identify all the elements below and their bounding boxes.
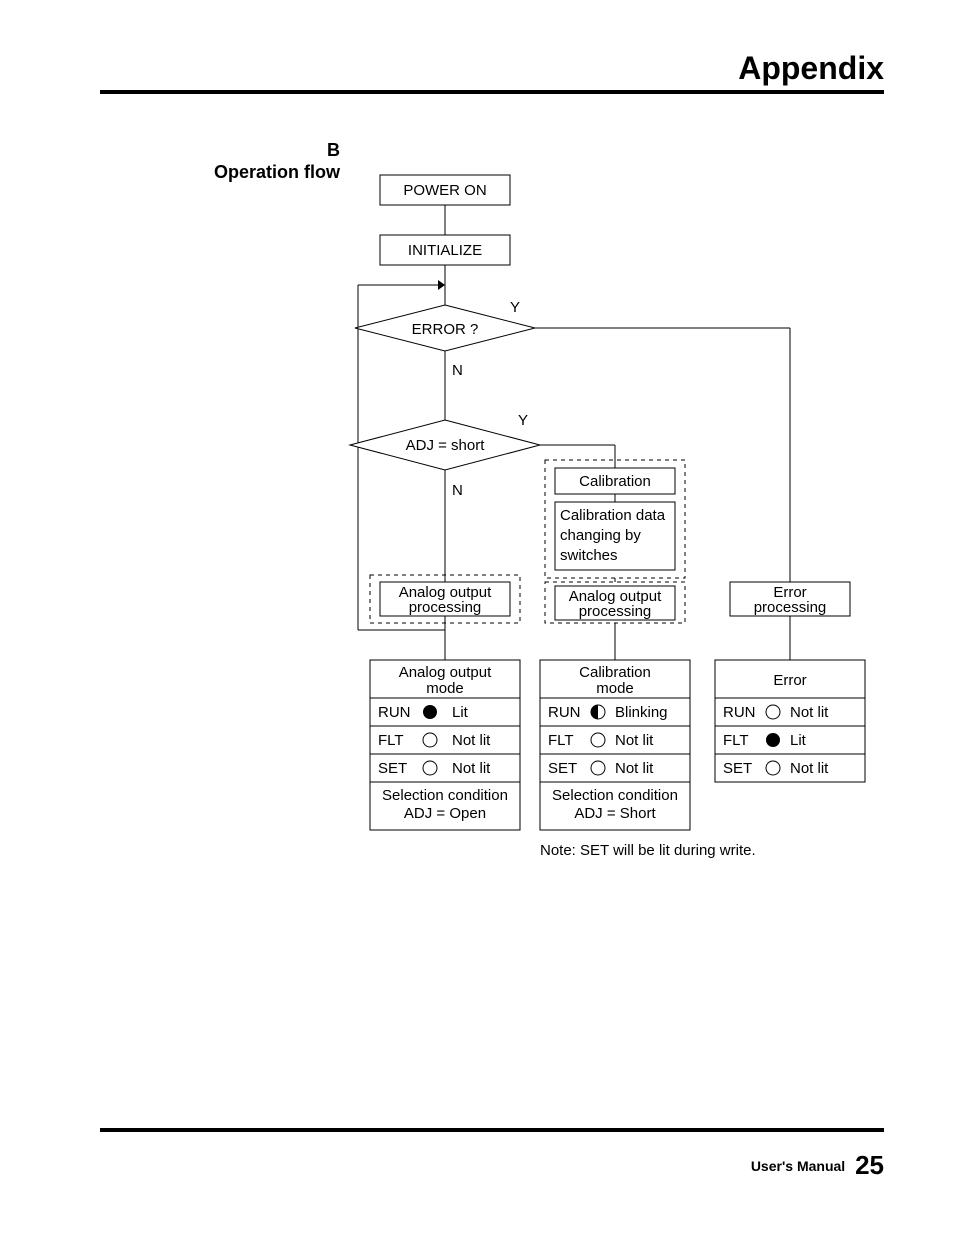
legend2-title1: Calibration: [579, 664, 651, 681]
section-heading: B Operation flow: [190, 140, 340, 183]
legend3-set-state: Not lit: [790, 760, 829, 777]
legend1-set: SET: [378, 760, 407, 777]
calib-l2: changing by: [560, 527, 641, 544]
led-empty-icon: [591, 733, 605, 747]
flowchart: POWER ON INITIALIZE ERROR ? Y N ADJ = sh…: [340, 150, 940, 870]
section-letter: B: [327, 140, 340, 160]
legend2-run-state: Blinking: [615, 704, 668, 721]
legend1-run: RUN: [378, 704, 411, 721]
footer-label: User's Manual: [751, 1158, 845, 1174]
node-adj: ADJ = short: [406, 437, 486, 454]
node-power-on: POWER ON: [403, 182, 486, 199]
analog-l2b: processing: [579, 603, 652, 620]
legend2-flt: FLT: [548, 732, 574, 749]
led-empty-icon: [766, 705, 780, 719]
legend3-run: RUN: [723, 704, 756, 721]
legend2-title2: mode: [596, 680, 634, 697]
label-y1: Y: [510, 299, 520, 316]
legend-col-error: Error RUN Not lit FLT Lit SET Not lit: [715, 660, 865, 782]
label-n1: N: [452, 362, 463, 379]
legend2-set: SET: [548, 760, 577, 777]
error-l2: processing: [754, 599, 827, 616]
page-title: Appendix: [738, 50, 884, 87]
legend1-run-state: Lit: [452, 704, 469, 721]
led-empty-icon: [423, 733, 437, 747]
legend1-flt: FLT: [378, 732, 404, 749]
led-empty-icon: [423, 761, 437, 775]
legend3-set: SET: [723, 760, 752, 777]
legend2-cond1: Selection condition: [552, 787, 678, 804]
section-title: Operation flow: [214, 162, 340, 182]
legend2-cond2: ADJ = Short: [574, 805, 656, 822]
legend3-run-state: Not lit: [790, 704, 829, 721]
manual-page: Appendix B Operation flow POWER ON INITI…: [0, 0, 954, 1235]
led-filled-icon: [766, 733, 780, 747]
legend3-flt-state: Lit: [790, 732, 807, 749]
label-y2: Y: [518, 412, 528, 429]
led-half-icon: [591, 705, 605, 719]
note-text: Note: SET will be lit during write.: [540, 842, 756, 859]
legend2-run: RUN: [548, 704, 581, 721]
analog-l2a: processing: [409, 599, 482, 616]
legend2-flt-state: Not lit: [615, 732, 654, 749]
legend1-title2: mode: [426, 680, 464, 697]
node-initialize: INITIALIZE: [408, 242, 482, 259]
legend1-cond1: Selection condition: [382, 787, 508, 804]
legend1-flt-state: Not lit: [452, 732, 491, 749]
legend1-title1: Analog output: [399, 664, 492, 681]
calib-l1: Calibration data: [560, 507, 666, 524]
legend-col-analog: Analog output mode RUN Lit FLT Not lit S…: [370, 660, 520, 830]
node-error: ERROR ?: [412, 321, 479, 338]
led-empty-icon: [766, 761, 780, 775]
legend3-flt: FLT: [723, 732, 749, 749]
label-n2: N: [452, 482, 463, 499]
led-empty-icon: [591, 761, 605, 775]
legend-col-calibration: Calibration mode RUN Blinking FLT Not li…: [540, 660, 690, 830]
footer: User's Manual 25: [751, 1150, 884, 1181]
led-filled-icon: [423, 705, 437, 719]
calib-l3: switches: [560, 547, 618, 564]
legend2-set-state: Not lit: [615, 760, 654, 777]
legend1-cond2: ADJ = Open: [404, 805, 486, 822]
legend3-title: Error: [773, 672, 806, 689]
rule-bottom: [100, 1128, 884, 1132]
legend1-set-state: Not lit: [452, 760, 491, 777]
node-calibration: Calibration: [579, 473, 651, 490]
rule-top: [100, 90, 884, 94]
page-number: 25: [855, 1150, 884, 1180]
